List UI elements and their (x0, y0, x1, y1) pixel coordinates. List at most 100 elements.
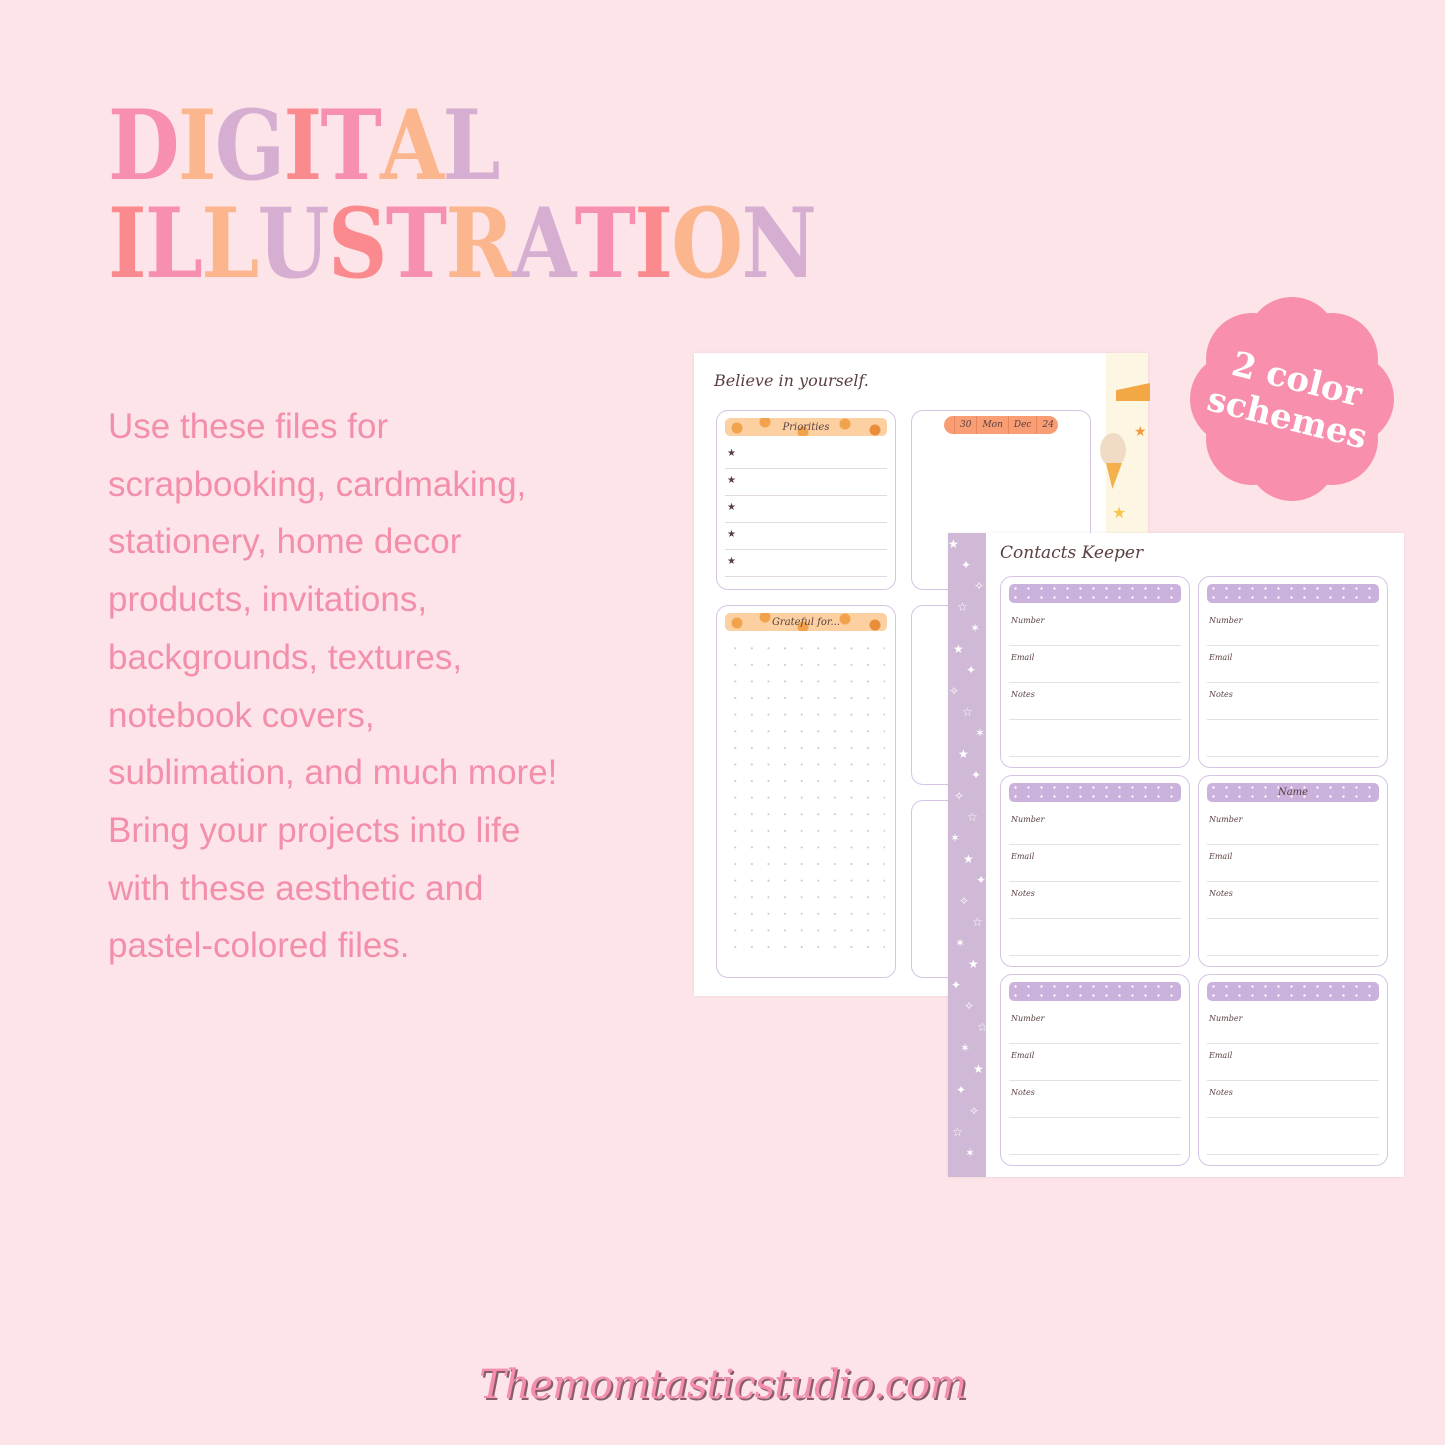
contact-field-notes[interactable]: Notes (1009, 1080, 1181, 1118)
title-letter: I (177, 89, 217, 202)
field-label: Number (1209, 616, 1243, 625)
description-line: pastel-colored files. (108, 926, 410, 966)
food-illustration-strip: ★ ★ (1100, 353, 1150, 533)
title-letter: I (634, 187, 673, 300)
title-letter: N (741, 187, 816, 300)
title-letter: A (380, 89, 444, 202)
contact-field-email[interactable]: Email (1009, 844, 1181, 882)
contact-field-notes[interactable]: Notes (1009, 881, 1181, 919)
star-icon: ★ (968, 957, 979, 971)
star-icon: ✶ (960, 1041, 971, 1055)
field-label: Notes (1011, 889, 1035, 898)
contact-name-banner[interactable] (1009, 982, 1181, 1001)
contact-field-email[interactable]: Email (1207, 1043, 1379, 1081)
contact-name-banner[interactable] (1009, 783, 1181, 802)
title-letter: L (442, 89, 501, 202)
description-line: scrapbooking, cardmaking, (108, 464, 527, 504)
contact-field-extra[interactable] (1207, 1117, 1379, 1155)
star-icon: ★ (963, 852, 974, 866)
contact-field-email[interactable]: Email (1207, 645, 1379, 683)
field-label: Email (1011, 1051, 1035, 1060)
contact-field-number[interactable]: Number (1207, 807, 1379, 845)
description-line: products, invitations, (108, 580, 428, 620)
priorities-card: Priorities ★ ★ ★ ★ ★ (716, 410, 896, 590)
contact-name-banner[interactable] (1009, 584, 1181, 603)
contact-name-banner[interactable] (1207, 982, 1379, 1001)
description-line: Bring your projects into life (108, 810, 521, 850)
field-label: Email (1209, 653, 1233, 662)
planner-heading: Believe in yourself. (714, 371, 869, 390)
contact-field-notes[interactable]: Notes (1207, 682, 1379, 720)
description-line: backgrounds, textures, (108, 637, 463, 677)
grateful-banner: Grateful for... (725, 613, 887, 631)
date-year: 24 (1036, 416, 1058, 434)
star-icon: ★ (973, 1062, 984, 1076)
contact-name-banner[interactable]: Name (1207, 783, 1379, 802)
priority-row[interactable]: ★ (725, 523, 887, 550)
title-letter: O (671, 187, 743, 300)
title-letter: R (445, 187, 514, 300)
contact-field-extra[interactable] (1009, 1117, 1181, 1155)
priority-row[interactable]: ★ (725, 442, 887, 469)
contact-field-extra[interactable] (1207, 719, 1379, 757)
star-pattern-strip: ★ ✦ ✧ ☆ ✶ ★ ✦ ✧ ☆ ✶ ★ ✦ ✧ ☆ ✶ ★ ✦ ✧ ☆ ✶ ★ ✦ ✧ ☆ ✶ ★ ✦ ✧ ☆ ✶ (948, 533, 986, 1177)
contact-field-number[interactable]: Number (1207, 608, 1379, 646)
contact-field-email[interactable]: Email (1009, 1043, 1181, 1081)
star-icon: ☆ (972, 915, 983, 929)
cone-icon (1106, 463, 1122, 489)
star-icon: ☆ (962, 705, 973, 719)
star-icon: ✶ (970, 621, 981, 635)
contact-field-email[interactable]: Email (1207, 844, 1379, 882)
contact-field-extra[interactable] (1009, 719, 1181, 757)
star-icon: ★ (727, 448, 736, 459)
field-label: Number (1011, 616, 1045, 625)
contact-card: Name Number Email Notes (1198, 775, 1388, 967)
field-label: Number (1209, 1014, 1243, 1023)
pie-slice-icon (1116, 383, 1150, 401)
priority-row[interactable]: ★ (725, 496, 887, 523)
dot-grid[interactable] (727, 640, 885, 957)
priority-row[interactable]: ★ (725, 550, 887, 577)
contact-field-number[interactable]: Number (1009, 807, 1181, 845)
contact-field-notes[interactable]: Notes (1207, 881, 1379, 919)
contact-field-email[interactable]: Email (1009, 645, 1181, 683)
contact-field-notes[interactable]: Notes (1009, 682, 1181, 720)
star-icon: ★ (727, 529, 736, 540)
contact-card: Number Email Notes (1000, 974, 1190, 1166)
contact-field-number[interactable]: Number (1009, 608, 1181, 646)
star-icon: ✧ (964, 999, 975, 1013)
title-letter: L (201, 187, 259, 300)
star-icon: ★ (953, 642, 964, 656)
contact-field-extra[interactable] (1207, 918, 1379, 956)
contact-field-number[interactable]: Number (1207, 1006, 1379, 1044)
field-label: Email (1011, 653, 1035, 662)
star-icon: ✧ (974, 579, 985, 593)
contact-name-banner[interactable] (1207, 584, 1379, 603)
star-icon: ★ (948, 537, 959, 551)
contact-field-notes[interactable]: Notes (1207, 1080, 1379, 1118)
star-icon: ✧ (969, 1104, 980, 1118)
star-icon: ✧ (949, 684, 960, 698)
contact-card: Number Email Notes (1198, 576, 1388, 768)
star-icon: ★ (958, 747, 969, 761)
description-line: Use these files for (108, 407, 389, 446)
title-letter: T (385, 187, 447, 300)
star-icon: ✦ (956, 1083, 967, 1097)
star-icon: ★ (1134, 423, 1147, 439)
contact-field-number[interactable]: Number (1009, 1006, 1181, 1044)
title-letter: I (283, 89, 323, 202)
star-icon: ✦ (971, 768, 982, 782)
priority-row[interactable]: ★ (725, 469, 887, 496)
date-pill: 30 Mon Dec 24 (944, 416, 1058, 434)
website-link[interactable]: Themomtasticstudio.com (0, 1362, 1445, 1408)
star-icon: ☆ (957, 600, 968, 614)
title-letter: S (327, 187, 388, 300)
title-letter: A (512, 187, 576, 300)
description-line: sublimation, and much more! (108, 753, 558, 793)
title-letter: L (144, 187, 203, 300)
field-label: Email (1011, 852, 1035, 861)
description-line: stationery, home decor (108, 522, 462, 562)
star-icon: ✶ (955, 936, 966, 950)
contact-field-extra[interactable] (1009, 918, 1181, 956)
priorities-banner: Priorities (725, 418, 887, 436)
